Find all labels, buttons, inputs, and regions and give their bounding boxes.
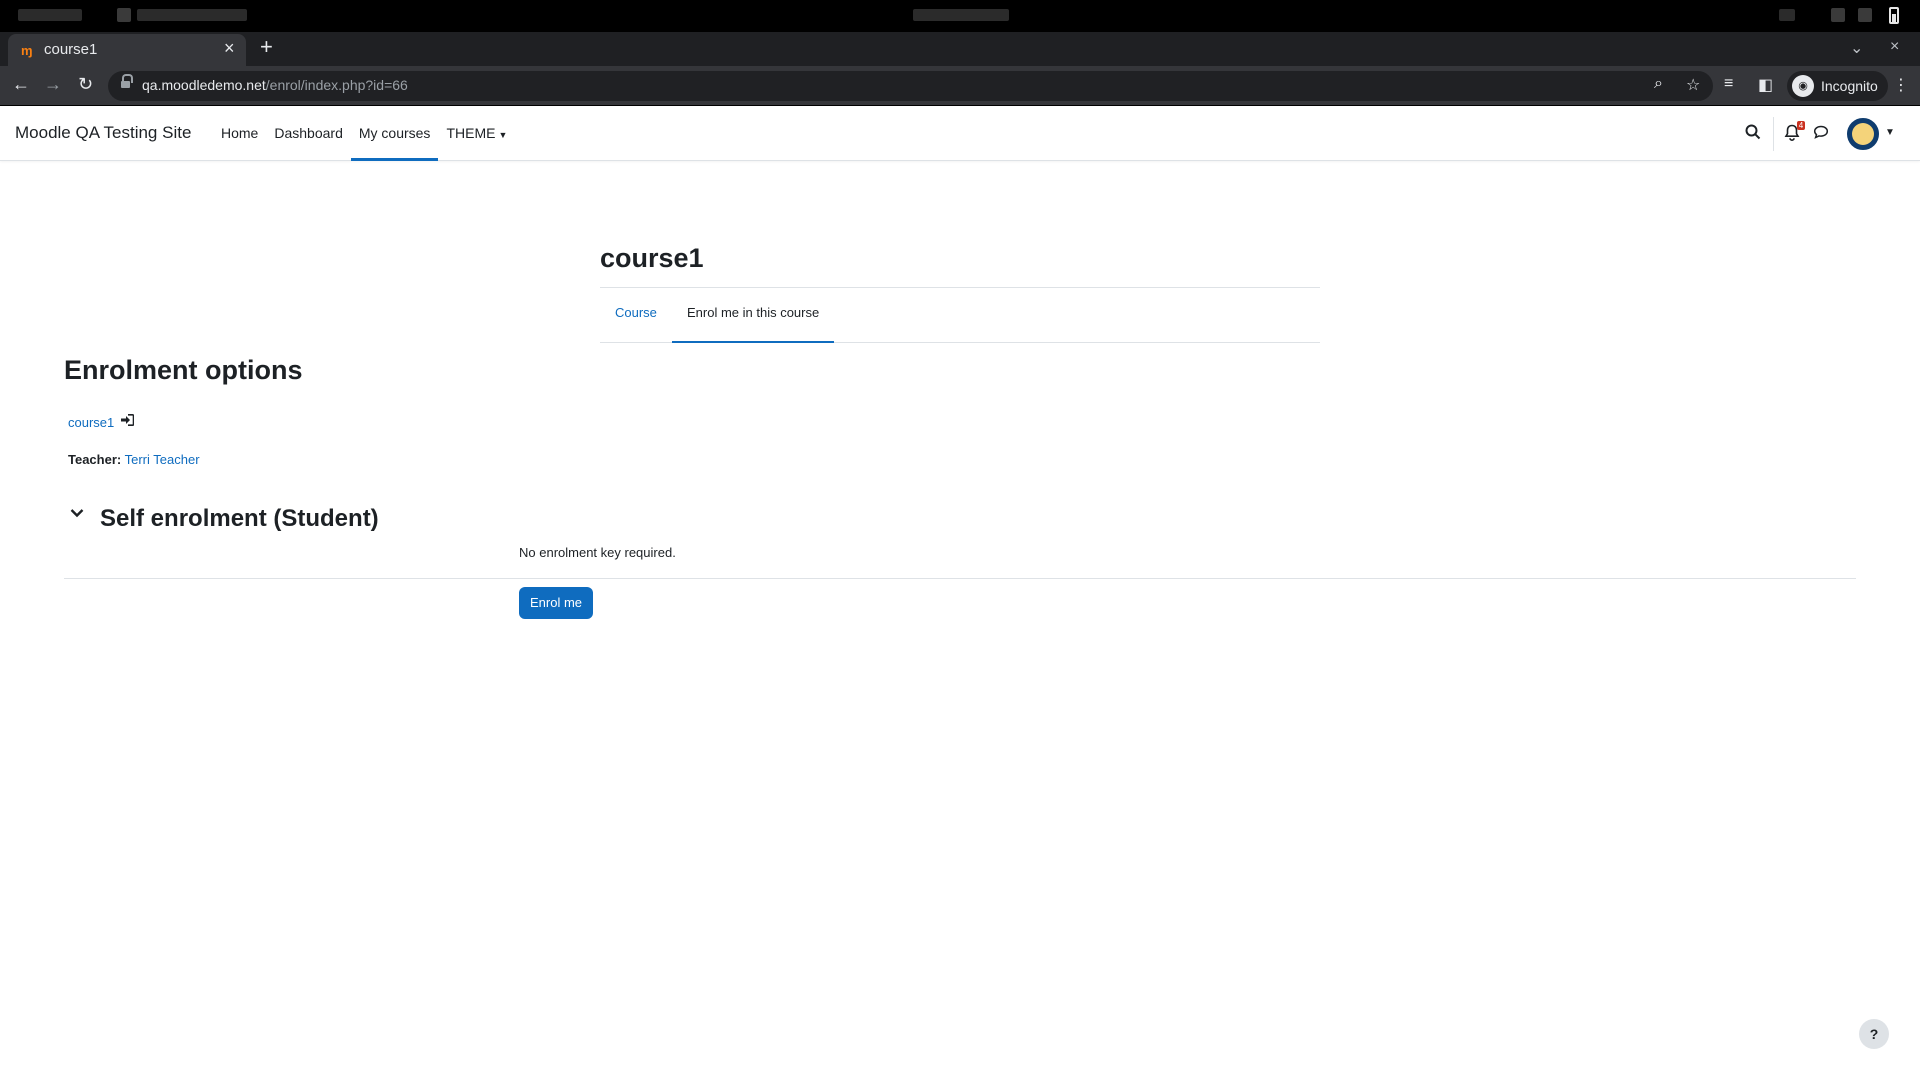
reload-icon[interactable]: ↻ xyxy=(78,74,93,95)
browser-tab-strip: ɱ course1 × ⌄ × xyxy=(0,32,1920,66)
nav-dashboard[interactable]: Dashboard xyxy=(266,107,351,161)
tab-search-icon[interactable]: ⌄ xyxy=(1850,38,1863,58)
new-tab-button[interactable]: + xyxy=(260,36,273,58)
enter-course-icon xyxy=(121,414,135,429)
incognito-indicator[interactable]: ◉ Incognito xyxy=(1787,71,1888,101)
os-clock-blur xyxy=(913,9,1009,21)
url-text[interactable]: qa.moodledemo.net/enrol/index.php?id=66 xyxy=(142,77,408,93)
course-link[interactable]: course1 xyxy=(68,415,114,430)
tab-enrol-me[interactable]: Enrol me in this course xyxy=(672,288,835,343)
no-enrolment-key-text: No enrolment key required. xyxy=(519,545,676,560)
lock-icon[interactable] xyxy=(121,74,133,90)
os-app-icon xyxy=(117,8,131,22)
os-tray-icon xyxy=(1858,8,1872,22)
menu-dots-icon[interactable]: ⋮ xyxy=(1893,75,1909,95)
site-brand[interactable]: Moodle QA Testing Site xyxy=(15,123,191,143)
form-divider xyxy=(64,578,1856,579)
tab-title: course1 xyxy=(44,41,98,58)
forward-arrow-icon[interactable]: → xyxy=(44,74,62,95)
page-title: course1 xyxy=(600,243,704,273)
zoom-icon[interactable]: ⌕ xyxy=(1654,75,1663,93)
battery-icon xyxy=(1889,7,1899,24)
close-tab-icon[interactable]: × xyxy=(224,38,235,59)
os-tray-blur xyxy=(1779,9,1795,21)
window-close-icon[interactable]: × xyxy=(1890,38,1899,56)
nav-theme-label: THEME xyxy=(446,125,496,141)
moodle-favicon-icon: ɱ xyxy=(21,43,33,58)
site-navbar: Moodle QA Testing Site Home Dashboard My… xyxy=(0,107,1920,161)
incognito-label: Incognito xyxy=(1821,78,1878,94)
os-menu-blur xyxy=(18,9,82,21)
incognito-icon: ◉ xyxy=(1792,75,1814,97)
nav-theme[interactable]: THEME ▼ xyxy=(438,107,515,161)
primary-navigation: Home Dashboard My courses THEME ▼ xyxy=(213,107,515,161)
nav-home[interactable]: Home xyxy=(213,107,266,161)
avatar[interactable] xyxy=(1847,118,1879,150)
enrol-me-button[interactable]: Enrol me xyxy=(519,587,594,619)
collapse-chevron-icon[interactable] xyxy=(70,508,84,518)
help-button[interactable]: ? xyxy=(1859,1019,1889,1049)
chevron-down-icon: ▼ xyxy=(498,130,508,140)
os-top-bar xyxy=(0,0,1920,32)
browser-toolbar: ← → ↻ qa.moodledemo.net/enrol/index.php?… xyxy=(0,66,1920,106)
enrolment-options-heading: Enrolment options xyxy=(64,355,303,385)
message-icon[interactable] xyxy=(1813,124,1829,145)
notification-count-badge: 4 xyxy=(1797,121,1805,130)
nav-my-courses[interactable]: My courses xyxy=(350,107,439,161)
address-bar[interactable]: qa.moodledemo.net/enrol/index.php?id=66 … xyxy=(108,71,1713,101)
navbar-divider xyxy=(1773,117,1774,151)
search-icon[interactable] xyxy=(1745,124,1761,145)
teacher-label: Teacher: xyxy=(68,452,122,467)
star-icon[interactable]: ☆ xyxy=(1686,75,1700,95)
teacher-info: Teacher: Terri Teacher xyxy=(68,452,200,467)
os-tray-icon xyxy=(1831,8,1845,22)
teacher-name-link[interactable]: Terri Teacher xyxy=(125,452,200,467)
os-app-blur xyxy=(137,9,247,21)
sidebar-icon[interactable]: ◧ xyxy=(1758,75,1773,95)
self-enrolment-heading[interactable]: Self enrolment (Student) xyxy=(100,505,379,533)
reading-list-icon[interactable]: ≡ xyxy=(1724,75,1733,93)
browser-tab[interactable]: ɱ course1 × xyxy=(8,34,246,66)
back-arrow-icon[interactable]: ← xyxy=(12,74,30,95)
tab-course[interactable]: Course xyxy=(600,288,672,343)
secondary-navigation: Course Enrol me in this course xyxy=(600,288,1320,343)
chevron-down-icon[interactable]: ▼ xyxy=(1885,127,1895,138)
